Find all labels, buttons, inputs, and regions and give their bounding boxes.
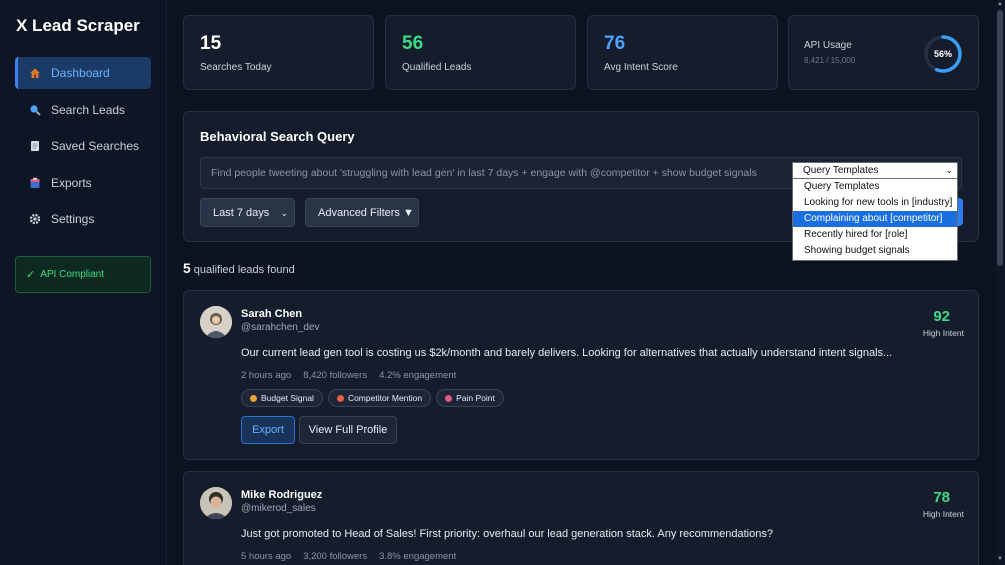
sidebar-item-settings[interactable]: Settings	[15, 203, 151, 235]
scrollbar[interactable]: ▲ ▼	[995, 0, 1005, 565]
api-usage-label: API Usage	[804, 40, 852, 51]
intent-score-label: High Intent	[922, 509, 964, 519]
lead-engagement: 3.8% engagement	[379, 551, 457, 562]
search-icon	[29, 104, 41, 116]
lead-meta: 5 hours ago 3,200 followers 3.8% engagem…	[241, 551, 456, 562]
timeframe-value: Last 7 days	[213, 206, 270, 219]
stat-value: 76	[604, 33, 626, 54]
stat-label: Searches Today	[200, 62, 272, 73]
home-icon	[29, 67, 41, 79]
advanced-filters-button[interactable]: Advanced Filters ▼	[305, 198, 419, 227]
lead-handle[interactable]: @sarahchen_dev	[241, 322, 320, 333]
stat-value: 56	[402, 33, 424, 54]
api-compliant-badge: ✓ API Compliant	[15, 256, 151, 293]
lead-time: 5 hours ago	[241, 551, 292, 562]
lead-card: Mike Rodriguez @mikerod_sales 78 High In…	[183, 471, 979, 565]
query-title: Behavioral Search Query	[200, 129, 355, 144]
clipboard-icon	[29, 177, 41, 189]
timeframe-select[interactable]: Last 7 days ⌄	[200, 198, 295, 227]
scroll-up-icon[interactable]: ▲	[996, 1, 1004, 7]
avatar	[200, 306, 232, 338]
sidebar-item-search-leads[interactable]: Search Leads	[15, 94, 151, 126]
query-templates-select[interactable]: Query Templates ⌄	[792, 162, 958, 179]
api-usage-percent: 56%	[933, 49, 952, 59]
intent-score-label: High Intent	[922, 328, 964, 338]
check-icon: ✓	[26, 269, 36, 281]
tag-budget-signal: Budget Signal	[241, 389, 323, 407]
sidebar-item-exports[interactable]: Exports	[15, 167, 151, 199]
intent-score: 92	[933, 308, 950, 325]
lead-name: Mike Rodriguez	[241, 489, 323, 501]
template-option[interactable]: Query Templates	[793, 179, 957, 195]
lead-tags: Budget Signal Competitor Mention Pain Po…	[241, 389, 504, 407]
tag-label: Pain Point	[456, 393, 495, 403]
lead-time: 2 hours ago	[241, 370, 292, 381]
stat-card-api-usage: API Usage 8,421 / 15,000 56%	[788, 15, 979, 90]
results-count-number: 5	[183, 260, 191, 276]
lead-card: Sarah Chen @sarahchen_dev 92 High Intent…	[183, 290, 979, 460]
tag-label: Budget Signal	[261, 393, 314, 403]
lead-handle[interactable]: @mikerod_sales	[241, 503, 316, 514]
lead-meta: 2 hours ago 8,420 followers 4.2% engagem…	[241, 370, 456, 381]
advanced-filters-label: Advanced Filters ▼	[318, 206, 414, 219]
template-option-highlighted[interactable]: Complaining about [competitor]	[793, 211, 957, 227]
sidebar-item-label: Search Leads	[51, 103, 126, 117]
sidebar-item-label: Saved Searches	[51, 139, 140, 153]
lead-engagement: 4.2% engagement	[379, 370, 457, 381]
stat-value: 15	[200, 33, 222, 54]
sidebar-item-label: Exports	[51, 176, 92, 190]
lead-tweet-text: Our current lead gen tool is costing us …	[241, 347, 893, 359]
tag-label: Competitor Mention	[347, 393, 423, 403]
api-usage-detail: 8,421 / 15,000	[804, 56, 856, 65]
stat-card-qualified-leads: 56 Qualified Leads	[385, 15, 576, 90]
sidebar-item-label: Settings	[51, 212, 95, 226]
sidebar-item-label: Dashboard	[51, 66, 110, 80]
template-option[interactable]: Recently hired for [role]	[793, 227, 957, 243]
scroll-down-icon[interactable]: ▼	[996, 556, 1004, 562]
intent-score: 78	[933, 489, 950, 506]
stat-label: Qualified Leads	[402, 62, 472, 73]
app-title: X Lead Scraper	[16, 16, 140, 35]
view-full-profile-button[interactable]: View Full Profile	[299, 416, 397, 444]
lead-tweet-text: Just got promoted to Head of Sales! Firs…	[241, 528, 773, 540]
lead-name: Sarah Chen	[241, 308, 303, 320]
template-option[interactable]: Looking for new tools in [industry]	[793, 195, 957, 211]
results-count: 5 qualified leads found	[183, 260, 295, 276]
tag-competitor-mention: Competitor Mention	[327, 389, 432, 407]
document-icon	[29, 140, 41, 152]
sidebar-item-dashboard[interactable]: Dashboard	[15, 57, 151, 89]
stat-card-searches-today: 15 Searches Today	[183, 15, 374, 90]
query-templates-value: Query Templates	[803, 165, 879, 176]
money-bag-icon	[250, 394, 257, 402]
sidebar: X Lead Scraper Dashboard Search Leads Sa…	[0, 0, 167, 565]
fire-icon	[336, 394, 344, 402]
export-button[interactable]: Export	[241, 416, 295, 444]
gear-icon	[29, 213, 41, 225]
sidebar-item-saved-searches[interactable]: Saved Searches	[15, 130, 151, 162]
avatar	[200, 487, 232, 519]
query-templates-dropdown: Query Templates Looking for new tools in…	[792, 179, 958, 261]
chevron-down-icon: ⌄	[280, 208, 288, 218]
target-icon	[445, 394, 453, 402]
api-compliant-label: API Compliant	[40, 269, 105, 280]
stat-label: Avg Intent Score	[604, 62, 678, 73]
lead-followers: 3,200 followers	[303, 551, 368, 562]
tag-pain-point: Pain Point	[436, 389, 504, 407]
chevron-down-icon: ⌄	[945, 165, 953, 175]
lead-followers: 8,420 followers	[303, 370, 368, 381]
results-count-label: qualified leads found	[193, 264, 295, 276]
scrollbar-thumb[interactable]	[997, 10, 1003, 266]
template-option[interactable]: Showing budget signals	[793, 243, 957, 259]
stat-card-avg-intent-score: 76 Avg Intent Score	[587, 15, 778, 90]
